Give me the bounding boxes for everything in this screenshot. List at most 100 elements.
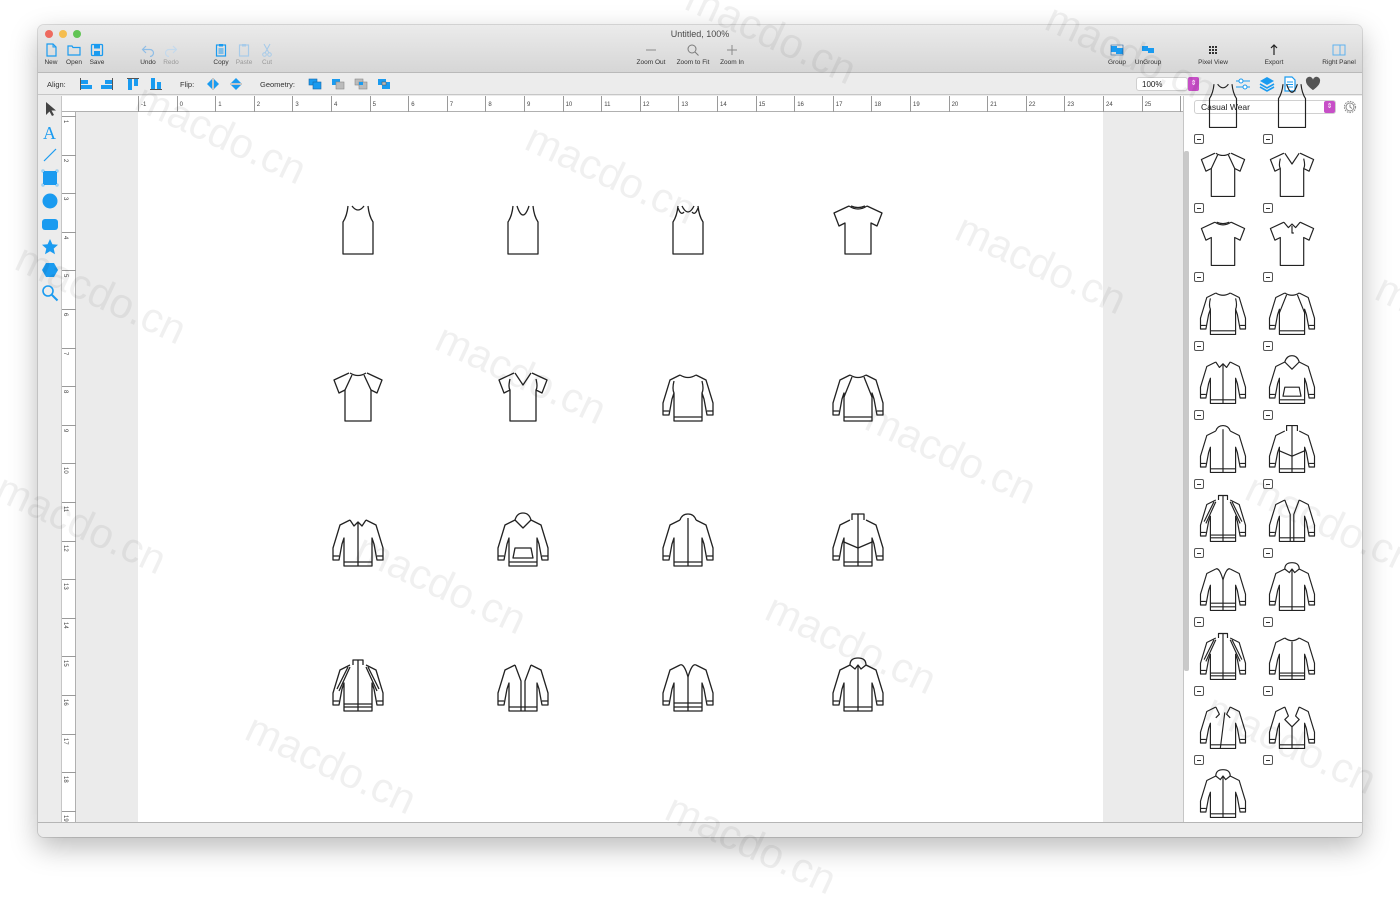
- pixel-view-button[interactable]: Pixel View: [1198, 43, 1228, 66]
- library-item-track-jacket[interactable]: [1196, 492, 1250, 544]
- library-item-track-jacket-striped[interactable]: [1196, 630, 1250, 682]
- garment-kangaroo-hoodie[interactable]: [493, 512, 553, 568]
- horizontal-ruler[interactable]: -101234567891011121314151617181920212223…: [100, 96, 1183, 112]
- group-button[interactable]: Group: [1102, 43, 1132, 66]
- remove-item-button[interactable]: [1194, 548, 1204, 558]
- save-button[interactable]: Save: [82, 43, 112, 66]
- remove-item-button[interactable]: [1263, 272, 1273, 282]
- track-jacket-striped-icon: [1196, 630, 1250, 682]
- hexagon-tool-icon[interactable]: [41, 261, 59, 279]
- garment-zip-hoodie[interactable]: [658, 512, 718, 568]
- library-item-collared-shirt-jacket[interactable]: [1196, 354, 1250, 406]
- ruler-tick: 18: [62, 772, 76, 810]
- library-item-hooded-zip-jacket[interactable]: [1265, 561, 1319, 613]
- library-item-tank-top-scoop[interactable]: [1265, 78, 1319, 130]
- remove-item-button[interactable]: [1194, 341, 1204, 351]
- remove-item-button[interactable]: [1263, 341, 1273, 351]
- remove-item-button[interactable]: [1194, 479, 1204, 489]
- align-bottom-icon[interactable]: [149, 77, 163, 91]
- zoom-in-button[interactable]: Zoom In: [717, 43, 747, 66]
- zoom-to-fit-button[interactable]: Zoom to Fit: [678, 43, 708, 66]
- flip-vertical-icon[interactable]: [229, 77, 243, 91]
- zoom-tool-icon[interactable]: [41, 284, 59, 302]
- redo-button[interactable]: Redo: [156, 43, 186, 66]
- garment-cardigan[interactable]: [493, 657, 553, 713]
- cut-button[interactable]: Cut: [252, 43, 282, 66]
- library-scrollbar[interactable]: [1184, 151, 1189, 671]
- remove-item-button[interactable]: [1194, 134, 1204, 144]
- remove-item-button[interactable]: [1263, 617, 1273, 627]
- geometry-union-icon[interactable]: [308, 77, 322, 91]
- remove-item-button[interactable]: [1194, 755, 1204, 765]
- garment-shawl-collar-jacket[interactable]: [658, 657, 718, 713]
- library-item-biker-jacket[interactable]: [1196, 699, 1250, 751]
- remove-item-button[interactable]: [1263, 755, 1273, 765]
- library-item-shawl-collar-jacket[interactable]: [1196, 561, 1250, 613]
- remove-item-button[interactable]: [1263, 134, 1273, 144]
- align-label: Align:: [47, 80, 66, 89]
- align-left-icon[interactable]: [79, 77, 93, 91]
- circle-tool-icon[interactable]: [41, 192, 59, 210]
- zoom-out-button[interactable]: Zoom Out: [636, 43, 666, 66]
- library-item-long-coat[interactable]: [1265, 699, 1319, 751]
- star-tool-icon[interactable]: [41, 238, 59, 256]
- library-item-polo-shirt[interactable]: [1265, 216, 1319, 268]
- vertical-ruler[interactable]: 12345678910111213141516171819: [62, 112, 76, 822]
- geometry-subtract-icon[interactable]: [331, 77, 345, 91]
- garment-crew-tshirt[interactable]: [828, 200, 888, 256]
- ungroup-button[interactable]: UnGroup: [1133, 43, 1163, 66]
- library-item-colorblock-windbreaker[interactable]: [1265, 423, 1319, 475]
- garment-colorblock-windbreaker[interactable]: [828, 512, 888, 568]
- garment-raglan-sweatshirt[interactable]: [828, 367, 888, 423]
- library-item-raglan-sweatshirt[interactable]: [1265, 285, 1319, 337]
- garment-collared-shirt-jacket[interactable]: [328, 512, 388, 568]
- garment-track-jacket[interactable]: [328, 657, 388, 713]
- export-button[interactable]: Export: [1259, 43, 1289, 66]
- align-right-icon[interactable]: [100, 77, 114, 91]
- library-item-crew-sweatshirt[interactable]: [1196, 285, 1250, 337]
- pointer-tool-icon[interactable]: [41, 100, 59, 118]
- remove-item-button[interactable]: [1263, 410, 1273, 420]
- rectangle-tool-icon[interactable]: [41, 169, 59, 187]
- ruler-tick: 17: [62, 734, 76, 772]
- rounded-rectangle-tool-icon[interactable]: [41, 215, 59, 233]
- library-item-raglan-tshirt[interactable]: [1196, 147, 1250, 199]
- geometry-intersect-icon[interactable]: [354, 77, 368, 91]
- garment-vneck-tshirt[interactable]: [493, 367, 553, 423]
- garment-tank-top-scoop[interactable]: [493, 200, 553, 256]
- zoom-level-select[interactable]: 100% ⇕: [1136, 77, 1188, 91]
- geometry-exclude-icon[interactable]: [377, 77, 391, 91]
- garment-raglan-tshirt[interactable]: [328, 367, 388, 423]
- remove-item-button[interactable]: [1194, 617, 1204, 627]
- stepper-icon[interactable]: ⇕: [1324, 101, 1335, 113]
- ruler-tick: -1: [138, 96, 146, 112]
- document-page[interactable]: [138, 112, 1103, 822]
- right-panel-button[interactable]: Right Panel: [1321, 43, 1357, 66]
- text-tool-icon[interactable]: A: [41, 123, 59, 141]
- tank-top-scoop-icon: [493, 200, 553, 256]
- line-tool-icon[interactable]: [41, 146, 59, 164]
- library-item-crew-tshirt[interactable]: [1196, 216, 1250, 268]
- library-item-vneck-tshirt[interactable]: [1265, 147, 1319, 199]
- library-item-zip-hoodie[interactable]: [1196, 423, 1250, 475]
- remove-item-button[interactable]: [1263, 686, 1273, 696]
- flip-horizontal-icon[interactable]: [206, 77, 220, 91]
- library-item-kangaroo-hoodie[interactable]: [1265, 354, 1319, 406]
- garment-crew-sweatshirt[interactable]: [658, 367, 718, 423]
- remove-item-button[interactable]: [1194, 410, 1204, 420]
- remove-item-button[interactable]: [1194, 686, 1204, 696]
- gear-icon[interactable]: [1343, 100, 1357, 114]
- garment-racerback-tank[interactable]: [658, 200, 718, 256]
- library-item-bomber-jacket[interactable]: [1265, 630, 1319, 682]
- remove-item-button[interactable]: [1263, 479, 1273, 489]
- garment-hooded-zip-jacket[interactable]: [828, 657, 888, 713]
- remove-item-button[interactable]: [1194, 203, 1204, 213]
- library-item-hooded-jacket[interactable]: [1196, 768, 1250, 820]
- garment-tank-top[interactable]: [328, 200, 388, 256]
- library-item-cardigan[interactable]: [1265, 492, 1319, 544]
- remove-item-button[interactable]: [1263, 203, 1273, 213]
- remove-item-button[interactable]: [1194, 272, 1204, 282]
- align-top-icon[interactable]: [126, 77, 140, 91]
- remove-item-button[interactable]: [1263, 548, 1273, 558]
- library-item-tank-top[interactable]: [1196, 78, 1250, 130]
